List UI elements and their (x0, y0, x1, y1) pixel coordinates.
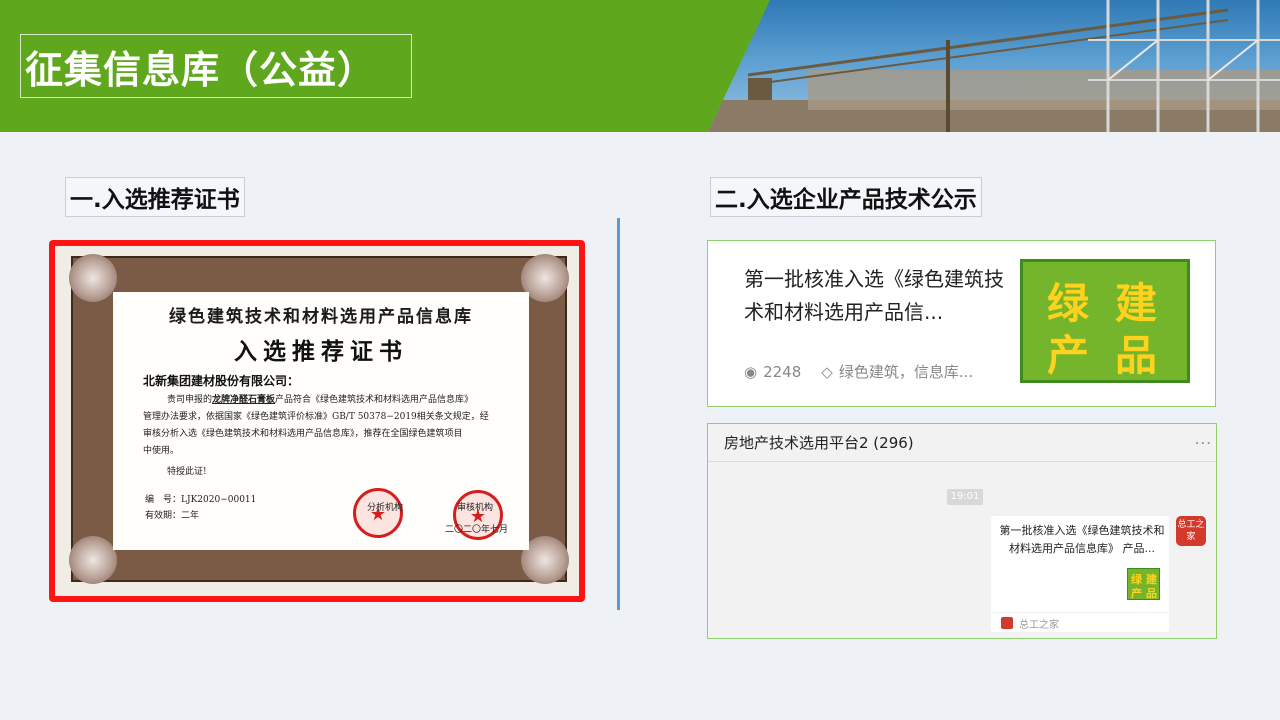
vertical-divider (617, 218, 620, 610)
section-label-certificate: 一.入选推荐证书 (65, 177, 245, 217)
body-prefix: 贵司申报的 (167, 395, 213, 405)
article-title[interactable]: 第一批核准入选《绿色建筑技术和材料选用产品信... (744, 263, 1006, 329)
chat-group-title: 房地产技术选用平台2 (296) (724, 434, 914, 452)
certificate-addressee: 北新集团建材股份有限公司： (143, 374, 300, 388)
message-footer: 总工之家 (991, 612, 1169, 632)
eye-icon: ◉ (744, 362, 758, 381)
seal-label-analysis: 分析机构 (367, 503, 404, 513)
corner-ornament (69, 536, 117, 584)
certificate-number: 编 号：LJK2020−00011 (145, 495, 257, 505)
article-meta: ◉ 2248 ◇ 绿色建筑，信息库... (744, 361, 973, 382)
chat-message-card[interactable]: 第一批核准入选《绿色建筑技术和材料选用产品信息库》 产品... 绿 建 产 品 … (991, 516, 1169, 632)
construction-photo (708, 0, 1280, 132)
chat-header: 房地产技术选用平台2 (296) ... (708, 424, 1216, 462)
message-text: 第一批核准入选《绿色建筑技术和材料选用产品信息库》 产品... (999, 524, 1165, 555)
thumb-char: 品 (1115, 331, 1158, 380)
corner-ornament (69, 254, 117, 302)
thumb-char: 产 (1047, 331, 1090, 380)
message-source: 总工之家 (1019, 620, 1059, 631)
article-tags[interactable]: 绿色建筑，信息库... (839, 361, 973, 382)
certificate-validity: 有效期：二年 (145, 511, 200, 521)
view-count: 2248 (763, 362, 802, 381)
source-logo-icon (1001, 617, 1013, 629)
section-label-publicity: 二.入选企业产品技术公示 (710, 177, 982, 217)
certificate-authorization: 特授此证! (167, 467, 207, 477)
page-title-box: 征集信息库（公益） (20, 34, 412, 98)
body-line4: 中使用。 (143, 446, 180, 456)
certificate-subheading: 入选推荐证书 (234, 338, 408, 365)
certificate-number-block: 编 号：LJK2020−00011 有效期：二年 (145, 492, 256, 524)
more-options-icon[interactable]: ... (1195, 430, 1212, 448)
seal-label-review: 审核机构 (457, 503, 494, 513)
thumb-char: 产 (1131, 587, 1142, 600)
chat-window: 房地产技术选用平台2 (296) ... 19:01 第一批核准入选《绿色建筑技… (707, 423, 1217, 639)
certificate-frame: 绿色建筑技术和材料选用产品信息库 入选推荐证书 北新集团建材股份有限公司： 贵司… (49, 240, 585, 602)
seal-stamp: ★ (353, 488, 403, 538)
certificate-heading: 绿色建筑技术和材料选用产品信息库 (169, 307, 473, 327)
body-line3: 审核分析入选《绿色建筑技术和材料选用产品信息库》，推荐在全国绿色建筑项目 (143, 429, 463, 439)
certificate-border: 绿色建筑技术和材料选用产品信息库 入选推荐证书 北新集团建材股份有限公司： 贵司… (69, 254, 569, 584)
page-title: 征集信息库（公益） (25, 47, 377, 92)
certificate-date: 二〇二〇年七月 (445, 525, 509, 535)
thumb-char: 品 (1146, 587, 1157, 600)
certificate-body: 贵司申报的龙牌净醛石膏板产品符合《绿色建筑技术和材料选用产品信息库》 管理办法要… (143, 392, 513, 460)
article-thumbnail[interactable]: 绿 建 产 品 (1020, 259, 1190, 383)
body-line1: 产品符合《绿色建筑技术和材料选用产品信息库》 (275, 395, 474, 405)
message-thumbnail: 绿 建 产 品 (1127, 568, 1160, 600)
chat-timestamp: 19:01 (947, 489, 983, 505)
certificate-paper: 绿色建筑技术和材料选用产品信息库 入选推荐证书 北新集团建材股份有限公司： 贵司… (113, 292, 529, 550)
sender-avatar[interactable]: 总工之家 (1176, 516, 1206, 546)
article-card[interactable]: 第一批核准入选《绿色建筑技术和材料选用产品信... ◉ 2248 ◇ 绿色建筑，… (707, 240, 1216, 407)
tag-icon: ◇ (821, 362, 833, 381)
product-name: 龙牌净醛石膏板 (212, 395, 276, 405)
body-line2: 管理办法要求，依据国家《绿色建筑评价标准》GB/T 50378−2019相关条文… (143, 412, 489, 422)
